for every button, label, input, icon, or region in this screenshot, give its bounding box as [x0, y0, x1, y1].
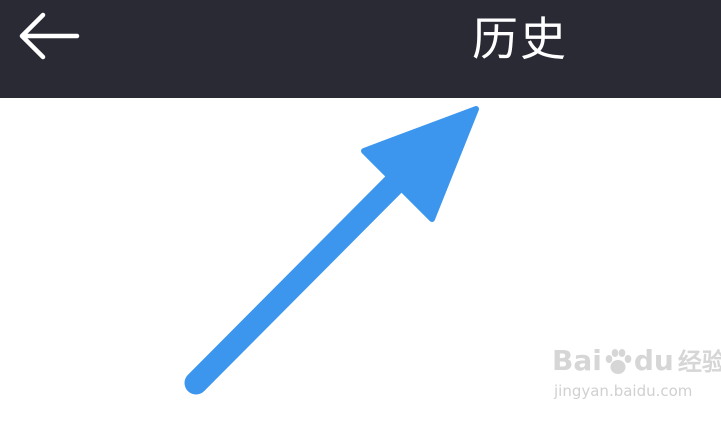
page-title: 历史: [472, 12, 568, 66]
watermark-brand-suffix: du: [633, 344, 674, 377]
watermark-brand: Bai du 经验: [552, 344, 721, 379]
watermark-brand-cn: 经验: [677, 348, 721, 376]
paw-icon: [605, 349, 632, 374]
back-arrow-icon: [19, 12, 80, 60]
screen: 历史 Bai du 经验 jingyan.baidu.com: [0, 0, 721, 422]
watermark-url: jingyan.baidu.com: [554, 382, 693, 400]
baidu-jingyan-watermark: Bai du 经验 jingyan.baidu.com: [552, 344, 721, 406]
top-navigation-bar: 历史: [0, 0, 721, 98]
back-button[interactable]: [12, 8, 84, 64]
watermark-brand-prefix: Bai: [552, 344, 602, 377]
